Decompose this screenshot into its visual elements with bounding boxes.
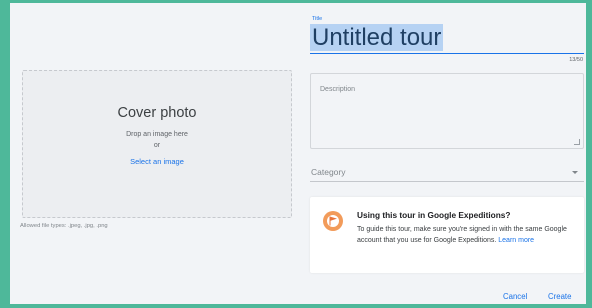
- window-frame-left: [0, 0, 10, 308]
- expeditions-info-card: Using this tour in Google Expeditions? T…: [310, 197, 584, 273]
- expeditions-card-text: To guide this tour, make sure you're sig…: [357, 226, 567, 244]
- learn-more-link[interactable]: Learn more: [498, 237, 534, 244]
- cover-or-text: or: [153, 142, 161, 149]
- create-button[interactable]: Create: [548, 292, 571, 301]
- description-placeholder: Description: [320, 86, 356, 93]
- cancel-button[interactable]: Cancel: [503, 292, 527, 301]
- cover-drop-hint: Drop an image here: [126, 131, 188, 138]
- select-image-link[interactable]: Select an image: [23, 157, 291, 166]
- title-char-count: 13/50: [569, 57, 583, 63]
- chevron-down-icon: [572, 171, 578, 174]
- expeditions-card-body: To guide this tour, make sure you're sig…: [357, 224, 572, 246]
- title-field-label: Title: [312, 16, 323, 22]
- category-select[interactable]: Category: [310, 166, 584, 182]
- resize-handle-icon[interactable]: [574, 139, 580, 145]
- expeditions-card-title: Using this tour in Google Expeditions?: [357, 210, 511, 220]
- flag-icon: [323, 211, 343, 231]
- title-input[interactable]: Untitled tour: [310, 24, 584, 54]
- cover-photo-title: Cover photo: [117, 105, 197, 121]
- window-frame-bottom: [0, 304, 592, 308]
- description-textarea[interactable]: Description: [310, 73, 584, 149]
- title-input-value: Untitled tour: [310, 24, 444, 51]
- allowed-file-types: Allowed file types: .jpeg, .jpg, .png: [20, 223, 108, 229]
- category-placeholder: Category: [311, 167, 346, 177]
- cover-photo-dropzone[interactable]: Cover photo Drop an image here or Select…: [22, 70, 292, 218]
- window-frame-right: [586, 0, 592, 308]
